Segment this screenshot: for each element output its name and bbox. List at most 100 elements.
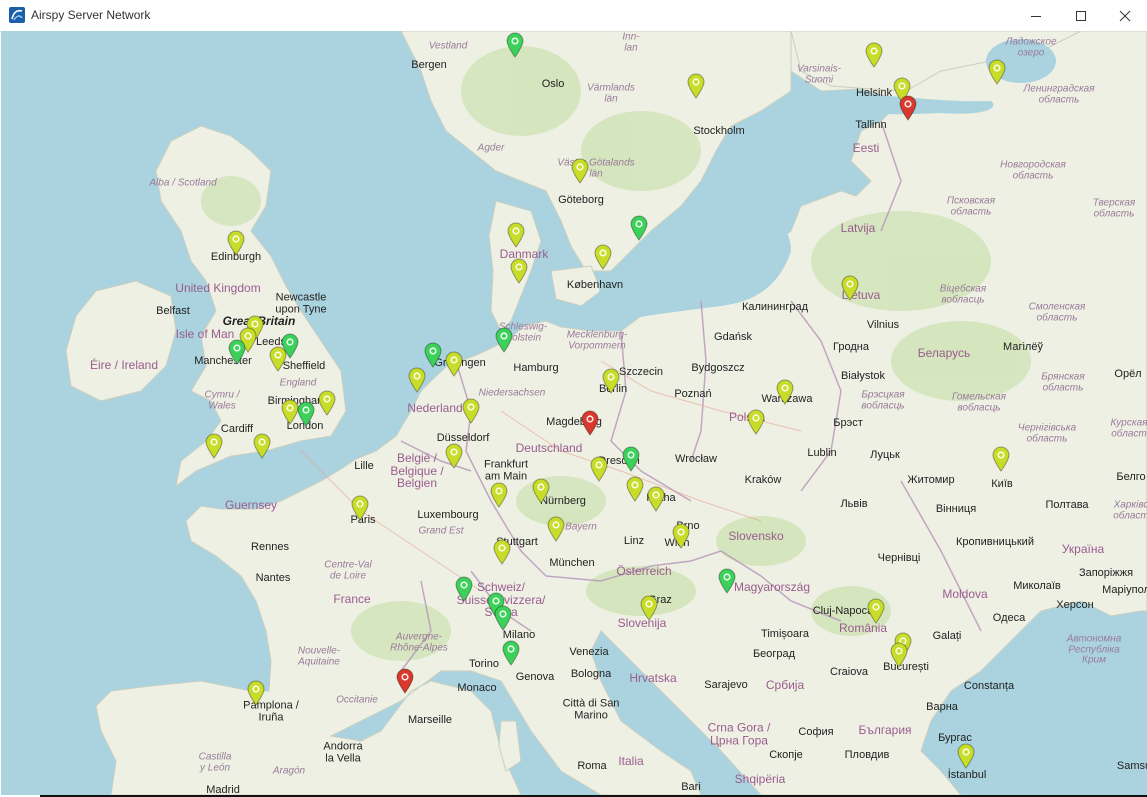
server-marker-busy[interactable]	[672, 523, 690, 549]
server-marker-busy[interactable]	[510, 258, 528, 284]
map-pin-icon	[867, 598, 885, 624]
window-title: Airspy Server Network	[31, 8, 151, 22]
server-marker-busy[interactable]	[445, 443, 463, 469]
server-marker-online[interactable]	[622, 446, 640, 472]
map-pin-icon	[581, 410, 599, 436]
map-pin-icon	[841, 275, 859, 301]
server-marker-busy[interactable]	[318, 390, 336, 416]
server-marker-online[interactable]	[502, 640, 520, 666]
map-pin-icon	[647, 486, 665, 512]
server-marker-busy[interactable]	[227, 230, 245, 256]
server-marker-offline[interactable]	[581, 410, 599, 436]
map-pin-icon	[747, 409, 765, 435]
map-pin-icon	[957, 743, 975, 769]
map-pin-icon	[571, 158, 589, 184]
map-pin-icon	[502, 640, 520, 666]
map-pin-icon	[493, 539, 511, 565]
server-marker-online[interactable]	[455, 576, 473, 602]
map-pin-icon	[899, 95, 917, 121]
server-marker-online[interactable]	[424, 342, 442, 368]
server-marker-busy[interactable]	[602, 368, 620, 394]
server-marker-busy[interactable]	[445, 351, 463, 377]
server-marker-online[interactable]	[718, 568, 736, 594]
map-pin-icon	[297, 401, 315, 427]
server-marker-online[interactable]	[495, 327, 513, 353]
server-marker-busy[interactable]	[988, 59, 1006, 85]
map-pin-icon	[445, 443, 463, 469]
minimize-icon	[1031, 16, 1041, 17]
map-pin-icon	[865, 42, 883, 68]
close-icon	[1119, 10, 1131, 22]
map-pin-icon	[718, 568, 736, 594]
maximize-button[interactable]	[1058, 0, 1104, 31]
server-marker-online[interactable]	[494, 605, 512, 631]
server-marker-busy[interactable]	[957, 743, 975, 769]
server-marker-busy[interactable]	[253, 433, 271, 459]
map-pin-icon	[890, 642, 908, 668]
map-pin-icon	[495, 327, 513, 353]
server-marker-busy[interactable]	[462, 398, 480, 424]
server-marker-online[interactable]	[630, 215, 648, 241]
map-pin-icon	[640, 595, 658, 621]
map-pin-icon	[408, 367, 426, 393]
server-marker-busy[interactable]	[867, 598, 885, 624]
server-marker-busy[interactable]	[841, 275, 859, 301]
server-marker-online[interactable]	[228, 339, 246, 365]
map-pin-icon	[776, 379, 794, 405]
server-marker-busy[interactable]	[687, 73, 705, 99]
server-marker-busy[interactable]	[532, 478, 550, 504]
map-pin-icon	[424, 342, 442, 368]
map-pin-icon	[228, 339, 246, 365]
server-marker-busy[interactable]	[776, 379, 794, 405]
server-marker-busy[interactable]	[408, 367, 426, 393]
map-basemap	[65, 31, 1147, 795]
map-pin-icon	[445, 351, 463, 377]
map-pin-icon	[507, 222, 525, 248]
server-marker-busy[interactable]	[490, 482, 508, 508]
map-pin-icon	[594, 244, 612, 270]
map-pin-icon	[253, 433, 271, 459]
server-marker-busy[interactable]	[547, 516, 565, 542]
map-view[interactable]: Vestland Bergen Oslo Inn-lan Värmlands lä…	[1, 31, 1147, 795]
server-marker-offline[interactable]	[396, 668, 414, 694]
map-pin-icon	[318, 390, 336, 416]
map-pin-icon	[626, 476, 644, 502]
map-pin-icon	[462, 398, 480, 424]
map-pin-icon	[247, 680, 265, 706]
map-pin-icon	[506, 32, 524, 58]
airspy-logo-icon	[9, 7, 25, 23]
map-pin-icon	[269, 346, 287, 372]
map-pin-icon	[532, 478, 550, 504]
map-pin-icon	[510, 258, 528, 284]
server-marker-busy[interactable]	[351, 495, 369, 521]
server-marker-busy[interactable]	[571, 158, 589, 184]
server-marker-busy[interactable]	[594, 244, 612, 270]
minimize-button[interactable]	[1013, 0, 1059, 31]
map-pin-icon	[630, 215, 648, 241]
server-marker-busy[interactable]	[205, 433, 223, 459]
server-marker-busy[interactable]	[247, 680, 265, 706]
server-marker-busy[interactable]	[269, 346, 287, 372]
server-marker-offline[interactable]	[899, 95, 917, 121]
server-marker-busy[interactable]	[747, 409, 765, 435]
map-pin-icon	[494, 605, 512, 631]
map-pin-icon	[455, 576, 473, 602]
map-pin-icon	[988, 59, 1006, 85]
server-marker-busy[interactable]	[992, 446, 1010, 472]
server-marker-busy[interactable]	[626, 476, 644, 502]
server-marker-busy[interactable]	[865, 42, 883, 68]
close-button[interactable]	[1102, 0, 1147, 31]
map-pin-icon	[205, 433, 223, 459]
server-marker-busy[interactable]	[493, 539, 511, 565]
server-marker-busy[interactable]	[507, 222, 525, 248]
server-marker-busy[interactable]	[590, 456, 608, 482]
map-pin-icon	[490, 482, 508, 508]
ireland	[65, 280, 177, 402]
server-marker-busy[interactable]	[647, 486, 665, 512]
maximize-icon	[1076, 11, 1086, 21]
server-marker-busy[interactable]	[890, 642, 908, 668]
server-marker-busy[interactable]	[640, 595, 658, 621]
server-marker-online[interactable]	[297, 401, 315, 427]
server-marker-online[interactable]	[506, 32, 524, 58]
map-pin-icon	[396, 668, 414, 694]
